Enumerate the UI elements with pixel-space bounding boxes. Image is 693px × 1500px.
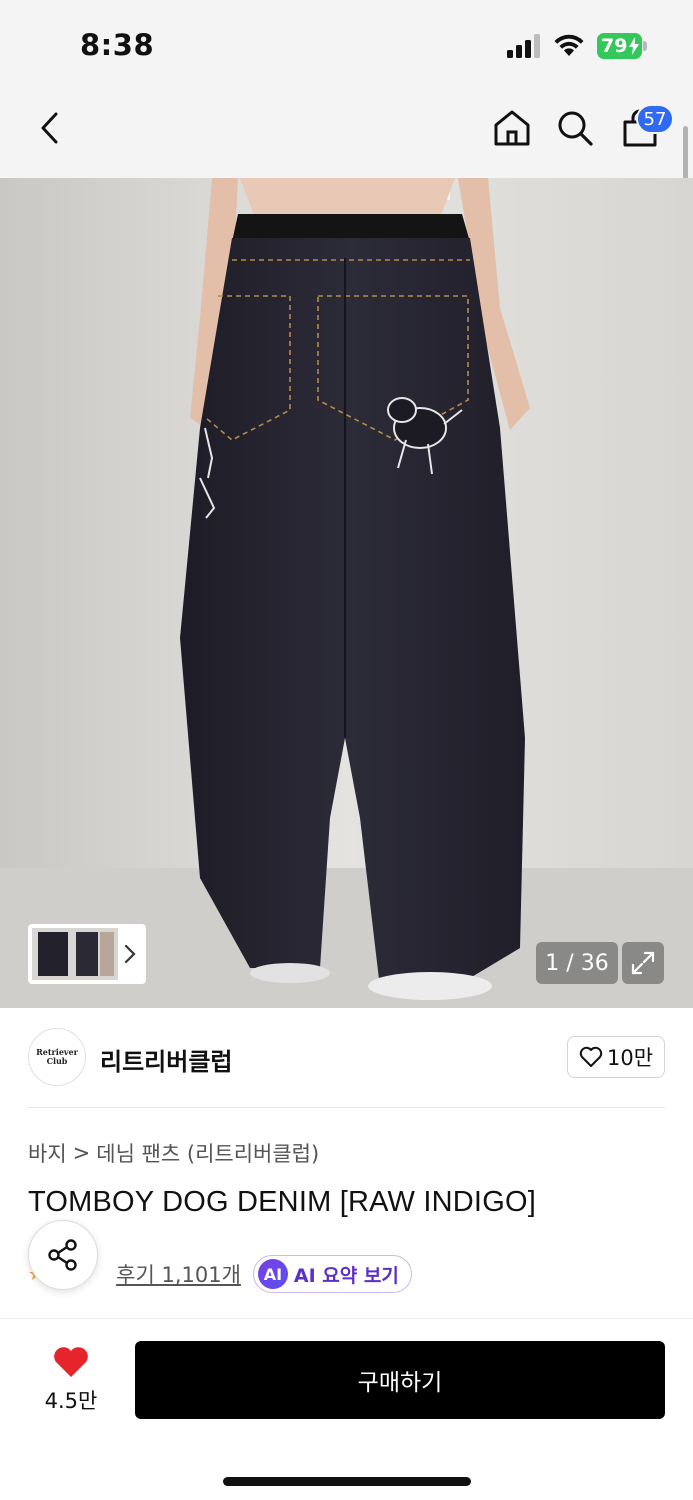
battery-level: 79 (597, 33, 642, 59)
breadcrumb-subcategory[interactable]: 데님 팬츠 (리트리버클럽) (96, 1138, 319, 1168)
wishlist-button[interactable]: 4.5만 (38, 1345, 104, 1415)
purchase-bar: 4.5만 구매하기 (0, 1318, 693, 1500)
breadcrumb-separator: > (72, 1141, 91, 1165)
product-title: TOMBOY DOG DENIM [RAW INDIGO] (28, 1186, 536, 1218)
wishlist-count: 4.5만 (44, 1389, 98, 1413)
ai-summary-label: AI 요약 보기 (293, 1264, 399, 1287)
product-image[interactable] (0, 178, 693, 1008)
search-icon (558, 111, 593, 146)
status-time: 8:38 (80, 28, 155, 62)
brand-row[interactable]: Retriever Club 리트리버클럽 10만 (28, 1026, 665, 1088)
battery-icon: 79 (597, 33, 647, 59)
expand-button[interactable] (622, 942, 664, 984)
breadcrumb: 바지 > 데님 팬츠 (리트리버클럽) (28, 1138, 319, 1168)
thumbnail-strip[interactable] (28, 924, 146, 984)
home-indicator[interactable] (223, 1477, 471, 1486)
divider (28, 1107, 665, 1108)
thumbnail-next[interactable] (118, 943, 142, 965)
product-photo (0, 178, 693, 1008)
cart-count-badge: 57 (636, 104, 674, 134)
back-button[interactable] (28, 106, 72, 150)
heart-filled-icon (54, 1347, 88, 1377)
search-button[interactable] (553, 106, 597, 150)
home-button[interactable] (490, 106, 534, 150)
share-button[interactable] (28, 1220, 98, 1290)
image-counter: 1 / 36 (536, 942, 618, 984)
status-bar: 8:38 79 (0, 0, 693, 92)
breadcrumb-category[interactable]: 바지 (28, 1138, 67, 1168)
share-icon (48, 1239, 77, 1271)
expand-icon (631, 951, 655, 975)
brand-like-count: 10만 (606, 1046, 654, 1070)
charging-icon (629, 37, 640, 55)
ai-badge-icon: AI (257, 1259, 288, 1289)
thumbnail-image[interactable] (32, 928, 118, 980)
buy-button[interactable]: 구매하기 (135, 1341, 665, 1419)
brand-name[interactable]: 리트리버클럽 (100, 1042, 232, 1077)
wifi-icon (554, 34, 584, 56)
brand-logo[interactable]: Retriever Club (28, 1028, 86, 1086)
battery-cap (643, 41, 647, 51)
nav-bar (0, 92, 693, 178)
review-link[interactable]: 후기 1,101개 (116, 1259, 241, 1289)
battery-percent: 79 (601, 35, 628, 57)
heart-outline-icon (579, 1046, 603, 1067)
thumbnail-photo (32, 928, 118, 980)
ai-summary-button[interactable]: AI AI 요약 보기 (252, 1255, 412, 1293)
home-icon (494, 110, 530, 146)
back-icon (41, 112, 58, 144)
brand-logo-subtext: Club (46, 1056, 68, 1066)
brand-like-button[interactable]: 10만 (567, 1036, 665, 1078)
chevron-right-icon (124, 944, 136, 964)
signal-icon (507, 34, 540, 58)
